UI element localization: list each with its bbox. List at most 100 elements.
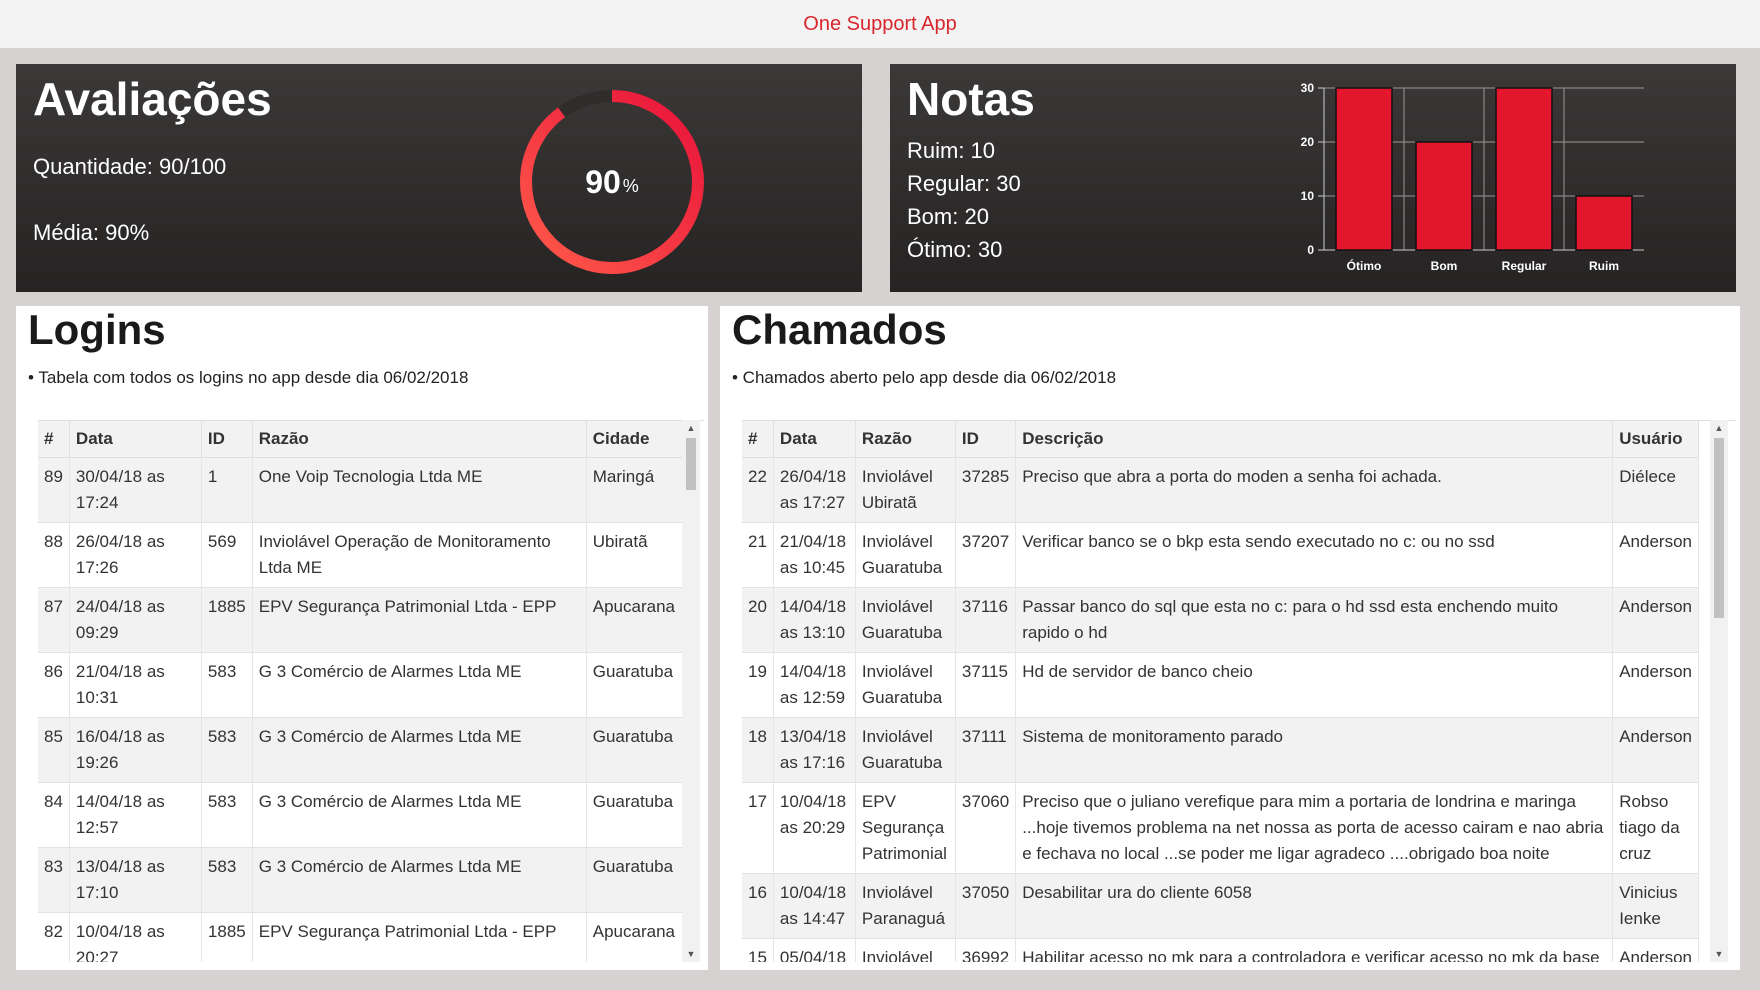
chamados-subtitle: • Chamados aberto pelo app desde dia 06/… — [732, 368, 1117, 387]
app-title: One Support App — [803, 12, 957, 35]
table-cell: One Voip Tecnologia Ltda ME — [252, 457, 587, 523]
chamados-scroll-thumb[interactable] — [1714, 438, 1724, 618]
table-row[interactable]: 84 14/04/18 as 12:57 583 G 3 Comércio de Al… — [38, 782, 687, 848]
table-cell: 10/04/18 as 20:29 — [773, 782, 856, 874]
table-cell: 86 — [38, 652, 70, 718]
table-cell: Guaratuba — [586, 717, 687, 783]
table-cell: EPV Segurança Patrimonial — [855, 782, 956, 874]
chamados-card: Chamados • Chamados aberto pelo app desd… — [720, 306, 1740, 970]
table-cell: Inviolável Paranaguá — [855, 873, 956, 939]
table-row[interactable]: 21 21/04/18 as 10:45 Inviolável Guaratuba 3… — [742, 522, 1700, 588]
scroll-up-arrow-icon[interactable]: ▲ — [682, 420, 700, 436]
table-cell: 19 — [742, 652, 774, 718]
app-header: One Support App — [0, 0, 1760, 48]
table-cell: 583 — [201, 782, 253, 848]
chamados-col-header: Data — [773, 421, 856, 458]
table-row[interactable]: 22 26/04/18 as 17:27 Inviolável Ubiratã 372… — [742, 457, 1700, 523]
chamados-col-header: # — [742, 421, 774, 458]
scroll-up-arrow-icon[interactable]: ▲ — [1710, 420, 1728, 436]
table-cell: 13/04/18 as 17:10 — [69, 847, 202, 913]
table-row[interactable]: 85 16/04/18 as 19:26 583 G 3 Comércio de Al… — [38, 717, 687, 783]
table-cell: 14/04/18 as 12:59 — [773, 652, 856, 718]
table-cell: Anderson — [1612, 717, 1700, 783]
logins-scrollbar[interactable]: ▲ ▼ — [682, 420, 700, 962]
table-cell: 16 — [742, 873, 774, 939]
logins-table: # Data ID Razão Cidade 89 30/04/18 as 17:24 1 O… — [38, 421, 687, 962]
table-cell: 84 — [38, 782, 70, 848]
notas-line-bom: Bom: 20 — [907, 204, 989, 229]
table-row[interactable]: 89 30/04/18 as 17:24 1 One Voip Tecnologia … — [38, 457, 687, 523]
table-cell: Anderson — [1612, 522, 1700, 588]
table-row[interactable]: 87 24/04/18 as 09:29 1885 EPV Segurança Pat… — [38, 587, 687, 653]
table-row[interactable]: 88 26/04/18 as 17:26 569 Inviolável Operaçã… — [38, 522, 687, 588]
gauge-unit: % — [622, 175, 639, 196]
chamados-col-header: Usuário — [1612, 421, 1700, 458]
table-cell: 88 — [38, 522, 70, 588]
table-cell: 14/04/18 as 12:57 — [69, 782, 202, 848]
logins-title: Logins — [28, 306, 166, 353]
table-row[interactable]: 1505/04/18 as 14:57Inviolável Guaratuba3… — [742, 938, 1700, 962]
table-row[interactable]: 82 10/04/18 as 20:27 1885 EPV Segurança Pat… — [38, 912, 687, 962]
table-cell: Maringá — [586, 457, 687, 523]
scroll-down-arrow-icon[interactable]: ▼ — [682, 946, 700, 962]
chamados-scrollbar[interactable]: ▲ ▼ — [1710, 420, 1728, 962]
table-cell: 22 — [742, 457, 774, 523]
chart-category-label: Regular — [1502, 259, 1547, 273]
scroll-down-arrow-icon[interactable]: ▼ — [1710, 946, 1728, 962]
table-cell: 05/04/18 as 14:57 — [773, 938, 856, 962]
chart-bar — [1575, 195, 1633, 251]
logins-col-header: Cidade — [586, 421, 687, 458]
chart-category-label: Ruim — [1589, 259, 1619, 273]
table-cell: Diélece — [1612, 457, 1700, 523]
table-cell: 37050 — [955, 873, 1017, 939]
table-cell: 30/04/18 as 17:24 — [69, 457, 202, 523]
table-cell: G 3 Comércio de Alarmes Ltda ME — [252, 717, 587, 783]
notas-bar-chart: 0 10 20 30 Ótimo Bom Regular Ruim — [1280, 72, 1700, 284]
logins-scroll-thumb[interactable] — [686, 438, 696, 490]
table-cell: 21/04/18 as 10:45 — [773, 522, 856, 588]
table-cell: 569 — [201, 522, 253, 588]
table-cell: 87 — [38, 587, 70, 653]
table-cell: Habilitar acesso no mk para a controlado… — [1015, 938, 1614, 962]
notas-line-regular: Regular: 30 — [907, 171, 1021, 196]
avaliacoes-media: Média: 90% — [33, 220, 150, 245]
chart-ytick-label: 20 — [1301, 135, 1315, 149]
gauge-label: 90% — [512, 82, 712, 282]
table-cell: 10/04/18 as 14:47 — [773, 873, 856, 939]
table-cell: Inviolável Guaratuba — [855, 652, 956, 718]
table-cell: Vinicius Ienke — [1612, 873, 1700, 939]
table-row[interactable]: 20 14/04/18 as 13:10 Inviolável Guaratuba 3… — [742, 587, 1700, 653]
table-cell: Passar banco do sql que esta no c: para … — [1015, 587, 1614, 653]
table-cell: 37207 — [955, 522, 1017, 588]
table-cell: 37060 — [955, 782, 1017, 874]
table-cell: 37115 — [955, 652, 1017, 718]
chart-bar — [1335, 87, 1393, 251]
table-cell: 83 — [38, 847, 70, 913]
table-cell: 14/04/18 as 13:10 — [773, 587, 856, 653]
chart-ytick-label: 30 — [1301, 81, 1315, 95]
table-row[interactable]: 19 14/04/18 as 12:59 Inviolável Guaratuba 3… — [742, 652, 1700, 718]
table-cell: 583 — [201, 847, 253, 913]
logins-card: Logins • Tabela com todos os logins no a… — [16, 306, 708, 970]
table-cell: Guaratuba — [586, 652, 687, 718]
table-cell: 36992 — [955, 938, 1017, 962]
avaliacoes-card: Avaliações Quantidade: 90/100 Média: 90%… — [16, 64, 862, 292]
table-row[interactable]: 83 13/04/18 as 17:10 583 G 3 Comércio de Al… — [38, 847, 687, 913]
table-cell: G 3 Comércio de Alarmes Ltda ME — [252, 847, 587, 913]
table-row[interactable]: 18 13/04/18 as 17:16 Inviolável Guaratuba 3… — [742, 717, 1700, 783]
avaliacoes-quantidade: Quantidade: 90/100 — [33, 154, 227, 179]
chamados-table: # Data Razão ID Descrição Usuário 22 26/04/18 … — [742, 421, 1700, 962]
table-row[interactable]: 86 21/04/18 as 10:31 583 G 3 Comércio de Al… — [38, 652, 687, 718]
logins-col-header: # — [38, 421, 70, 458]
table-row[interactable]: 16 10/04/18 as 14:47 Inviolável Paranaguá 3… — [742, 873, 1700, 939]
chamados-col-header: Razão — [855, 421, 956, 458]
table-cell: 16/04/18 as 19:26 — [69, 717, 202, 783]
table-cell: 82 — [38, 912, 70, 962]
table-cell: 89 — [38, 457, 70, 523]
table-row[interactable]: 17 10/04/18 as 20:29 EPV Segurança Patrimo… — [742, 782, 1700, 874]
chamados-col-header: Descrição — [1015, 421, 1614, 458]
chart-category-label: Ótimo — [1347, 258, 1382, 273]
gauge-value: 90 — [585, 163, 621, 200]
logins-table-container: # Data ID Razão Cidade 89 30/04/18 as 17:24 1 O… — [38, 420, 704, 962]
notas-card: Notas Ruim: 10 Regular: 30 Bom: 20 Ótimo… — [890, 64, 1736, 292]
